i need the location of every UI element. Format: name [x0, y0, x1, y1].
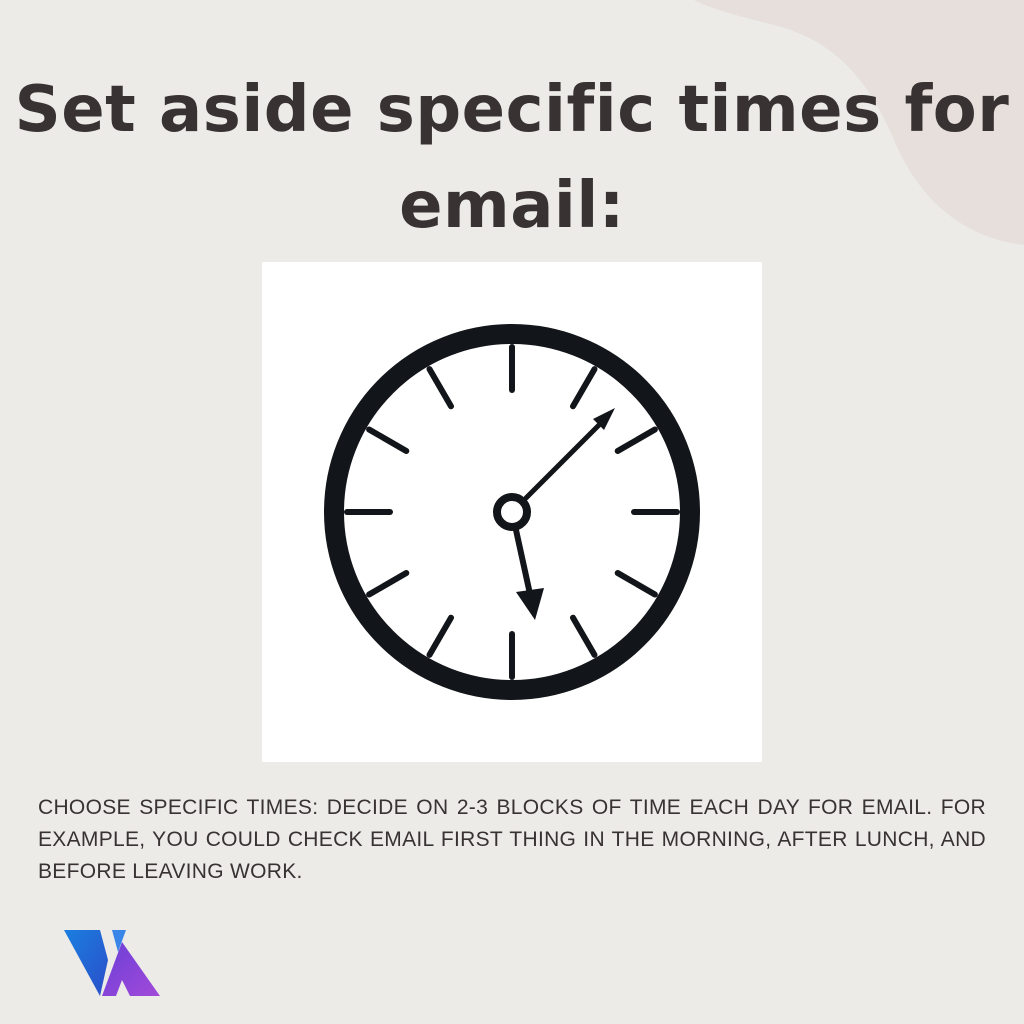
minute-hand: [523, 419, 605, 501]
tip-description: CHOOSE SPECIFIC TIMES: DECIDE ON 2-3 BLO…: [38, 796, 986, 883]
va-logo: [64, 930, 160, 996]
clock-illustration: [262, 262, 762, 762]
clock-icon: [324, 324, 700, 700]
clock-center: [493, 493, 531, 531]
page-title: Set aside specific times for email:: [14, 73, 1010, 243]
hour-hand: [513, 527, 533, 597]
hour-hand-arrow: [516, 588, 544, 620]
